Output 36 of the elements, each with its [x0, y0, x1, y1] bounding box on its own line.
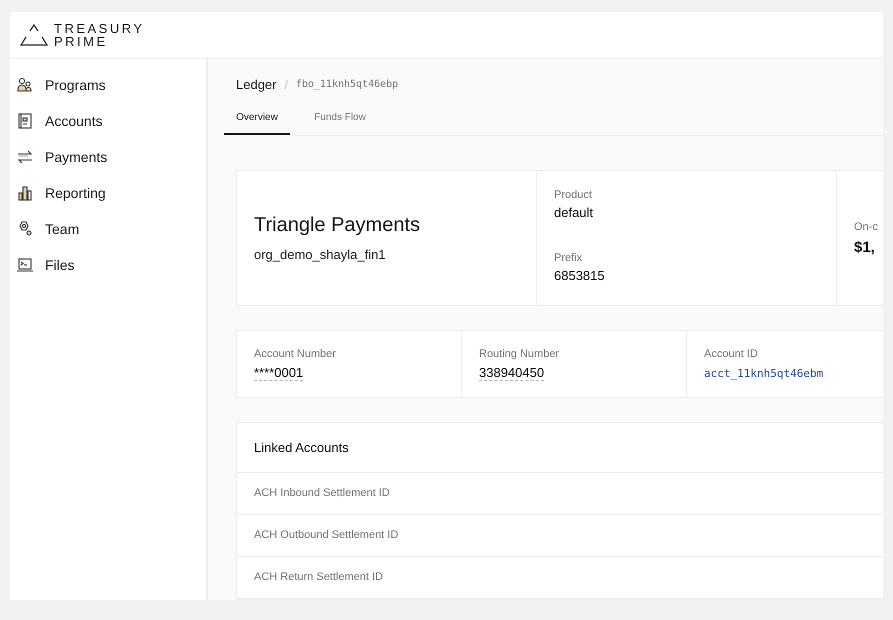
tab[interactable]: Overview [224, 104, 290, 135]
sidebar-item[interactable]: Programs [10, 74, 206, 96]
bar-chart-icon [16, 184, 34, 202]
sidebar-item[interactable]: Files [10, 254, 206, 276]
people-icon [16, 76, 34, 94]
field-label: On-c [854, 220, 879, 232]
company-name: Triangle Payments [254, 214, 421, 237]
tab[interactable]: Funds Flow [290, 104, 390, 135]
sidebar-item[interactable]: Accounts [10, 110, 206, 132]
org-id: org_demo_shayla_fin1 [254, 247, 387, 262]
ledger-book-icon [16, 112, 34, 130]
field-label: Prefix [554, 252, 584, 264]
field-label: Account ID [704, 348, 759, 360]
amount-value: $1, [854, 238, 876, 256]
field-value: 6853815 [554, 268, 606, 283]
sidebar-item[interactable]: Reporting [10, 182, 206, 204]
field-label: Account Number [254, 348, 337, 360]
breadcrumb-current: fbo_11knh5qt46ebp [296, 79, 398, 90]
sidebar-item[interactable]: Payments [10, 146, 206, 168]
laptop-terminal-icon [16, 256, 34, 274]
field-value: 338940450 [479, 365, 544, 381]
account-id-link[interactable]: acct_11knh5qt46ebm [704, 367, 883, 380]
sidebar-item[interactable]: Team [10, 218, 206, 240]
brand-name: TREASURY PRIME [54, 22, 145, 48]
list-row: ACH Return Settlement ID [237, 557, 883, 599]
field-label: Product [554, 189, 593, 201]
list-row: ACH Inbound Settlement ID [237, 473, 883, 515]
field-value: default [554, 205, 594, 220]
list-row: ACH Outbound Settlement ID [237, 515, 883, 557]
field-label: Routing Number [479, 348, 560, 360]
breadcrumb-link[interactable]: Ledger [236, 77, 276, 92]
section-title: Linked Accounts [237, 423, 883, 473]
triangle-logo-icon [20, 23, 48, 47]
field-value: ****0001 [254, 365, 304, 381]
transfer-arrows-icon [16, 148, 34, 166]
breadcrumb-separator: / [284, 78, 288, 92]
